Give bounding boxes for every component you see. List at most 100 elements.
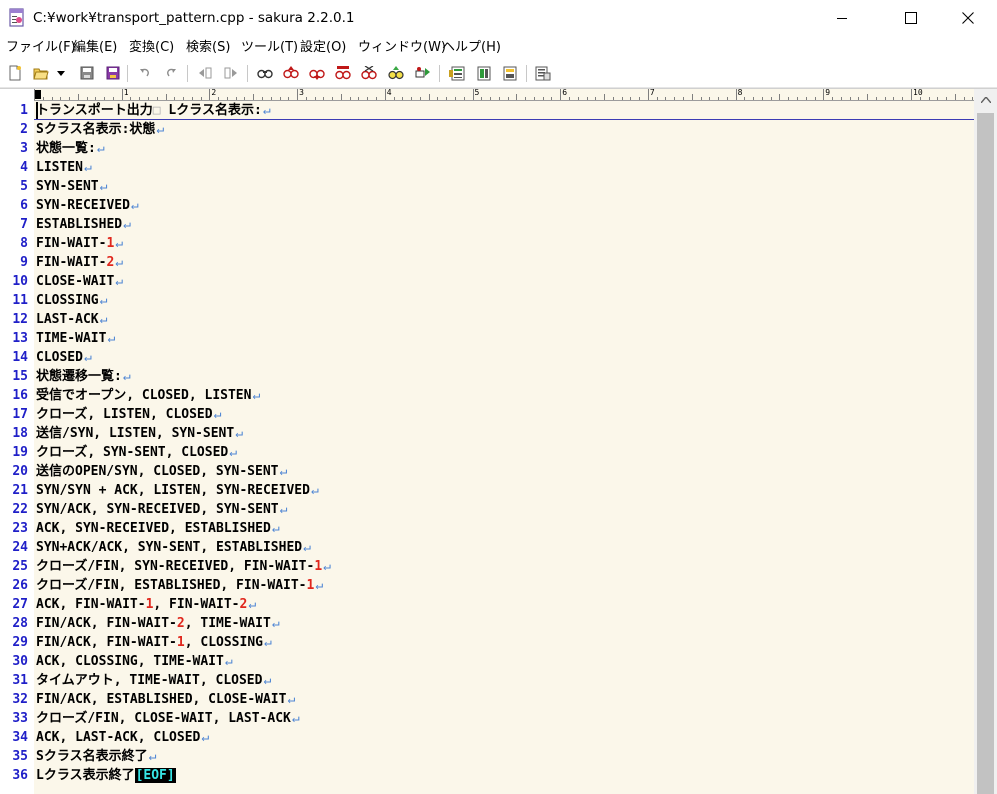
editor-line[interactable]: 16 受信でオープン, CLOSED, LISTEN↵ (0, 386, 974, 405)
line-text[interactable]: 送信のOPEN/SYN, CLOSED, SYN-SENT↵ (36, 462, 287, 481)
editor-line[interactable]: 15 状態遷移一覧:↵ (0, 367, 974, 386)
editor-line[interactable]: 22 SYN/ACK, SYN-RECEIVED, SYN-SENT↵ (0, 500, 974, 519)
open-file-button[interactable] (32, 64, 50, 82)
editor-line[interactable]: 21 SYN/SYN + ACK, LISTEN, SYN-RECEIVED↵ (0, 481, 974, 500)
line-text[interactable]: トランスポート出力□ Lクラス名表示:↵ (36, 101, 271, 120)
search-replace-button[interactable] (334, 64, 352, 82)
grep-button[interactable] (360, 64, 378, 82)
editor-line[interactable]: 9 FIN-WAIT-2↵ (0, 253, 974, 272)
line-text[interactable]: ESTABLISHED↵ (36, 215, 131, 234)
compare-button[interactable] (475, 64, 493, 82)
line-text[interactable]: Sクラス名表示終了↵ (36, 747, 156, 766)
editor-line[interactable]: 20 送信のOPEN/SYN, CLOSED, SYN-SENT↵ (0, 462, 974, 481)
menu-window[interactable]: ウィンドウ(W) (358, 36, 446, 60)
editor-line[interactable]: 8 FIN-WAIT-1↵ (0, 234, 974, 253)
line-text[interactable]: CLOSE-WAIT↵ (36, 272, 123, 291)
line-text[interactable]: ACK, FIN-WAIT-1, FIN-WAIT-2↵ (36, 595, 256, 614)
line-text[interactable]: SYN/SYN + ACK, LISTEN, SYN-RECEIVED↵ (36, 481, 319, 500)
editor-line[interactable]: 27 ACK, FIN-WAIT-1, FIN-WAIT-2↵ (0, 595, 974, 614)
editor-line[interactable]: 10 CLOSE-WAIT↵ (0, 272, 974, 291)
menu-convert[interactable]: 変換(C) (129, 36, 174, 60)
editor-line[interactable]: 7 ESTABLISHED↵ (0, 215, 974, 234)
line-text[interactable]: SYN+ACK/ACK, SYN-SENT, ESTABLISHED↵ (36, 538, 311, 557)
line-text[interactable]: 送信/SYN, LISTEN, SYN-SENT↵ (36, 424, 243, 443)
editor-line[interactable]: 24 SYN+ACK/ACK, SYN-SENT, ESTABLISHED↵ (0, 538, 974, 557)
line-text[interactable]: タイムアウト, TIME-WAIT, CLOSED↵ (36, 671, 271, 690)
line-text[interactable]: SYN-RECEIVED↵ (36, 196, 139, 215)
new-file-button[interactable] (6, 64, 24, 82)
line-text[interactable]: 状態一覧:↵ (36, 139, 105, 158)
bookmark-button[interactable] (387, 64, 405, 82)
redo-button[interactable] (162, 64, 180, 82)
line-text[interactable]: TIME-WAIT↵ (36, 329, 115, 348)
menu-tool[interactable]: ツール(T) (241, 36, 298, 60)
menu-edit[interactable]: 編集(E) (73, 36, 117, 60)
editor-line[interactable]: 28 FIN/ACK, FIN-WAIT-2, TIME-WAIT↵ (0, 614, 974, 633)
menu-help[interactable]: ヘルプ(H) (442, 36, 501, 60)
editor-line[interactable]: 4 LISTEN↵ (0, 158, 974, 177)
line-text[interactable]: Sクラス名表示:状態↵ (36, 120, 164, 139)
jump-forward-button[interactable] (222, 64, 240, 82)
save-button[interactable] (78, 64, 96, 82)
editor-line[interactable]: 12 LAST-ACK↵ (0, 310, 974, 329)
editor-line[interactable]: 19 クローズ, SYN-SENT, CLOSED↵ (0, 443, 974, 462)
editor-line[interactable]: 32 FIN/ACK, ESTABLISHED, CLOSE-WAIT↵ (0, 690, 974, 709)
tag-jump-button[interactable] (414, 64, 432, 82)
editor-line[interactable]: 17 クローズ, LISTEN, CLOSED↵ (0, 405, 974, 424)
editor-line[interactable]: 5 SYN-SENT↵ (0, 177, 974, 196)
line-text[interactable]: クローズ/FIN, CLOSE-WAIT, LAST-ACK↵ (36, 709, 300, 728)
editor-line[interactable]: 11 CLOSSING↵ (0, 291, 974, 310)
editor-line[interactable]: 6 SYN-RECEIVED↵ (0, 196, 974, 215)
line-text[interactable]: LAST-ACK↵ (36, 310, 107, 329)
editor-line[interactable]: 14 CLOSED↵ (0, 348, 974, 367)
vertical-scrollbar[interactable] (974, 89, 997, 794)
editor-line[interactable]: 3 状態一覧:↵ (0, 139, 974, 158)
line-text[interactable]: CLOSED↵ (36, 348, 92, 367)
scroll-up-button[interactable] (974, 89, 997, 111)
line-text[interactable]: FIN-WAIT-2↵ (36, 253, 123, 272)
editor-area[interactable]: 1 2 3 4 5 6 7 8 9 10 1 トランスポート出力□ Lクラス名表示:↵ 2 Sクラス名表… (0, 88, 997, 794)
menu-search[interactable]: 検索(S) (186, 36, 230, 60)
scrollbar-thumb[interactable] (977, 113, 994, 794)
menu-settings[interactable]: 設定(O) (300, 36, 346, 60)
line-text[interactable]: CLOSSING↵ (36, 291, 107, 310)
editor-line[interactable]: 35 Sクラス名表示終了↵ (0, 747, 974, 766)
sakura-app-icon[interactable] (9, 8, 25, 27)
search-next-button[interactable] (308, 64, 326, 82)
line-text[interactable]: ACK, LAST-ACK, CLOSED↵ (36, 728, 209, 747)
menu-file[interactable]: ファイル(F) (6, 36, 76, 60)
save-all-button[interactable] (104, 64, 122, 82)
line-text[interactable]: FIN-WAIT-1↵ (36, 234, 123, 253)
line-text[interactable]: SYN/ACK, SYN-RECEIVED, SYN-SENT↵ (36, 500, 287, 519)
line-text[interactable]: ACK, SYN-RECEIVED, ESTABLISHED↵ (36, 519, 280, 538)
editor-line[interactable]: 31 タイムアウト, TIME-WAIT, CLOSED↵ (0, 671, 974, 690)
line-text[interactable]: LISTEN↵ (36, 158, 92, 177)
line-text[interactable]: FIN/ACK, FIN-WAIT-2, TIME-WAIT↵ (36, 614, 280, 633)
line-text[interactable]: FIN/ACK, FIN-WAIT-1, CLOSSING↵ (36, 633, 272, 652)
editor-line[interactable]: 29 FIN/ACK, FIN-WAIT-1, CLOSSING↵ (0, 633, 974, 652)
editor-line[interactable]: 2 Sクラス名表示:状態↵ (0, 120, 974, 139)
line-text[interactable]: SYN-SENT↵ (36, 177, 107, 196)
search-button[interactable] (256, 64, 274, 82)
editor-line[interactable]: 34 ACK, LAST-ACK, CLOSED↵ (0, 728, 974, 747)
open-dropdown-button[interactable] (55, 64, 67, 82)
ruler-button[interactable] (501, 64, 519, 82)
line-text[interactable]: Lクラス表示終了[EOF] (36, 766, 176, 785)
editor-line[interactable]: 23 ACK, SYN-RECEIVED, ESTABLISHED↵ (0, 519, 974, 538)
line-text[interactable]: 状態遷移一覧:↵ (36, 367, 131, 386)
editor-line[interactable]: 26 クローズ/FIN, ESTABLISHED, FIN-WAIT-1↵ (0, 576, 974, 595)
editor-line[interactable]: 30 ACK, CLOSSING, TIME-WAIT↵ (0, 652, 974, 671)
line-text[interactable]: ACK, CLOSSING, TIME-WAIT↵ (36, 652, 233, 671)
editor-line[interactable]: 18 送信/SYN, LISTEN, SYN-SENT↵ (0, 424, 974, 443)
editor-line[interactable]: 36 Lクラス表示終了[EOF] (0, 766, 974, 785)
search-prev-button[interactable] (282, 64, 300, 82)
line-text[interactable]: クローズ, LISTEN, CLOSED↵ (36, 405, 221, 424)
undo-button[interactable] (136, 64, 154, 82)
editor-line[interactable]: 33 クローズ/FIN, CLOSE-WAIT, LAST-ACK↵ (0, 709, 974, 728)
editor-line[interactable]: 13 TIME-WAIT↵ (0, 329, 974, 348)
editor-line[interactable]: 25 クローズ/FIN, SYN-RECEIVED, FIN-WAIT-1↵ (0, 557, 974, 576)
line-text[interactable]: クローズ/FIN, ESTABLISHED, FIN-WAIT-1↵ (36, 576, 323, 595)
close-button[interactable] (945, 0, 991, 36)
line-text[interactable]: FIN/ACK, ESTABLISHED, CLOSE-WAIT↵ (36, 690, 295, 709)
line-text[interactable]: クローズ, SYN-SENT, CLOSED↵ (36, 443, 237, 462)
